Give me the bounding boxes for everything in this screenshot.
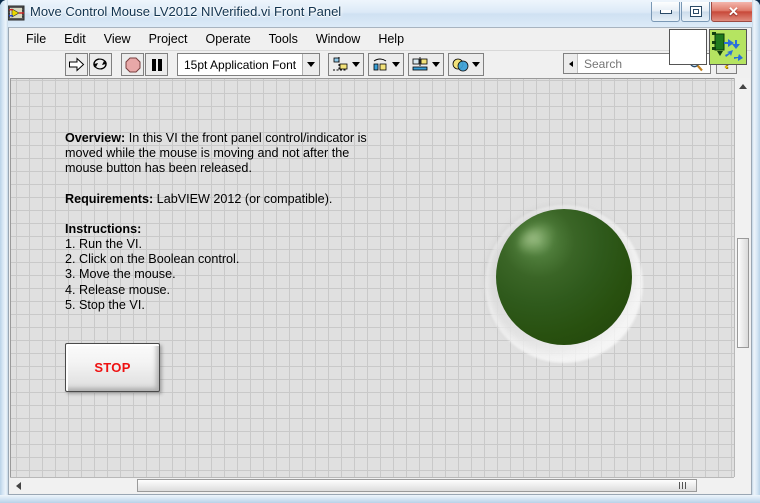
close-button[interactable]: ✕ (711, 2, 756, 22)
resize-objects-button[interactable] (408, 53, 445, 76)
instruction-step: 5. Stop the VI. (65, 297, 145, 312)
window-title: Move Control Mouse LV2012 NIVerified.vi … (30, 4, 342, 19)
front-panel-canvas[interactable]: Overview: In this VI the front panel con… (10, 78, 736, 477)
scrollbar-corner (734, 477, 750, 493)
instruction-step: 4. Release mouse. (65, 282, 171, 297)
abort-octagon-icon (125, 57, 140, 72)
instruction-step: 3. Move the mouse. (65, 267, 176, 282)
search-dropdown-icon[interactable] (564, 54, 578, 73)
connector-pane-box[interactable] (709, 29, 747, 65)
overview-paragraph: Overview: In this VI the front panel con… (65, 131, 375, 177)
menu-item-project[interactable]: Project (140, 30, 197, 48)
stop-button-label: STOP (94, 360, 131, 375)
minimize-button[interactable] (651, 2, 680, 22)
vertical-scrollbar[interactable] (734, 78, 750, 477)
requirements-heading: Requirements: (65, 191, 154, 206)
distribute-objects-button[interactable] (368, 53, 405, 76)
menu-item-operate[interactable]: Operate (196, 30, 259, 48)
vi-icon-box[interactable] (669, 29, 707, 65)
scroll-left-icon[interactable] (10, 478, 26, 494)
align-objects-icon (332, 56, 349, 73)
instruction-step: 1. Run the VI. (65, 237, 143, 252)
led-sphere (496, 209, 632, 345)
close-icon: ✕ (728, 3, 739, 19)
requirements-paragraph: Requirements: LabVIEW 2012 (or compatibl… (65, 192, 375, 207)
connector-pane-icon (710, 30, 746, 64)
run-continuously-icon (93, 58, 107, 70)
window-controls: ✕ (650, 2, 756, 22)
horizontal-scrollbar-thumb[interactable] (137, 479, 697, 492)
menu-item-file[interactable]: File (17, 30, 55, 48)
resize-objects-icon (412, 56, 429, 73)
menu-item-help[interactable]: Help (369, 30, 413, 48)
toolbar: 15pt Application Font Search (9, 50, 751, 78)
overview-heading: Overview: (65, 131, 126, 145)
window-frame-left (0, 0, 8, 503)
font-selector-chevron-down-icon[interactable] (302, 54, 320, 75)
run-continuously-button[interactable] (89, 53, 112, 76)
reorder-button[interactable] (448, 53, 485, 76)
align-objects-button[interactable] (328, 53, 365, 76)
window-frame-right (752, 0, 760, 503)
reorder-icon (452, 57, 469, 73)
restore-button[interactable] (681, 2, 710, 22)
font-selector-value: 15pt Application Font (184, 57, 297, 72)
horizontal-scrollbar[interactable] (10, 477, 736, 493)
labview-vi-icon (7, 4, 25, 22)
requirements-body: LabVIEW 2012 (or compatible). (153, 191, 333, 206)
pause-button[interactable] (145, 53, 168, 76)
menu-item-view[interactable]: View (95, 30, 140, 48)
scroll-up-icon[interactable] (735, 78, 751, 94)
labview-front-panel-window: Move Control Mouse LV2012 NIVerified.vi … (0, 0, 760, 503)
round-led-indicator[interactable] (479, 199, 649, 369)
stop-button[interactable]: STOP (65, 343, 160, 392)
menu-item-window[interactable]: Window (307, 30, 369, 48)
title-bar[interactable]: Move Control Mouse LV2012 NIVerified.vi … (0, 0, 760, 27)
distribute-objects-icon (372, 57, 389, 73)
menu-item-edit[interactable]: Edit (55, 30, 95, 48)
menu-item-tools[interactable]: Tools (260, 30, 307, 48)
documentation-text: Overview: In this VI the front panel con… (65, 131, 375, 313)
run-button[interactable] (65, 53, 88, 76)
menu-bar: File Edit View Project Operate Tools Win… (9, 28, 751, 50)
font-selector[interactable]: 15pt Application Font (177, 53, 321, 76)
abort-button[interactable] (121, 53, 144, 76)
vertical-scrollbar-thumb[interactable] (737, 238, 749, 348)
pause-icon (151, 58, 162, 71)
client-area: File Edit View Project Operate Tools Win… (8, 27, 752, 495)
instructions-heading: Instructions: (65, 221, 142, 236)
window-frame-bottom (0, 495, 760, 503)
scrollbar-grip-icon (679, 482, 686, 489)
instruction-step: 2. Click on the Boolean control. (65, 252, 240, 267)
run-arrow-icon (69, 57, 85, 72)
instructions-block: Instructions: 1. Run the VI. 2. Click on… (65, 222, 375, 313)
